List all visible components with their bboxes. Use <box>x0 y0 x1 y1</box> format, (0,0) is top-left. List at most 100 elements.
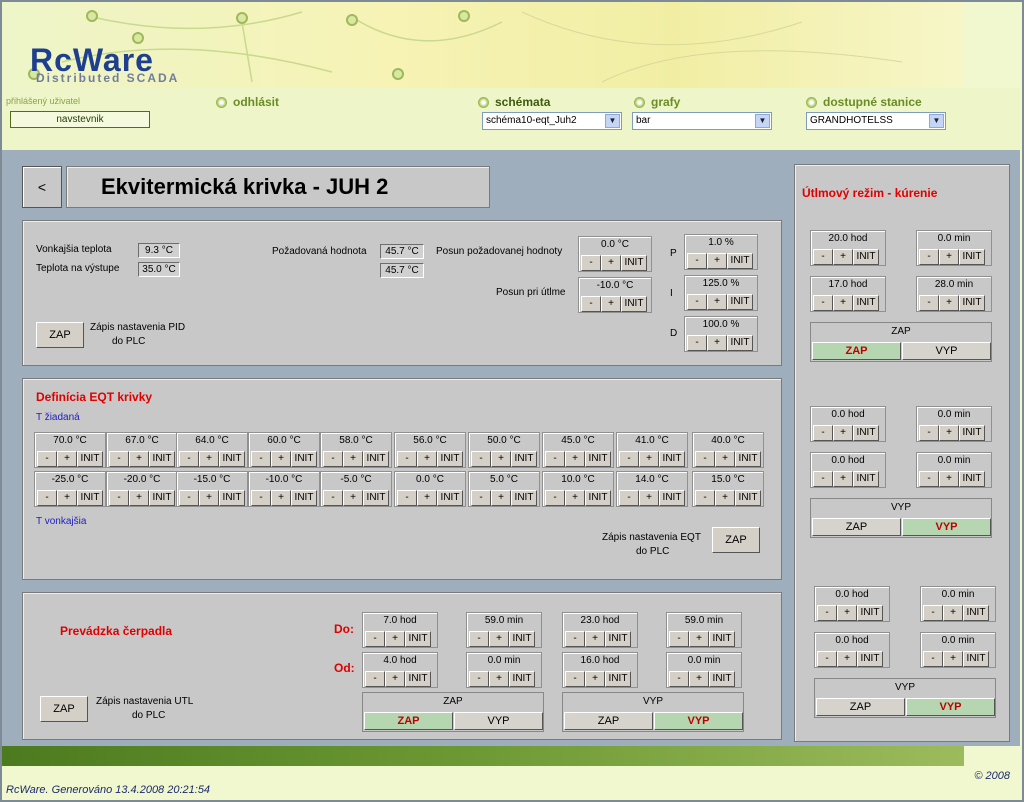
increment-button[interactable]: + <box>639 490 659 506</box>
init-button[interactable]: INIT <box>77 451 103 467</box>
init-button[interactable]: INIT <box>77 490 103 506</box>
decrement-button[interactable]: - <box>695 451 715 467</box>
decrement-button[interactable]: - <box>817 651 837 667</box>
increment-button[interactable]: + <box>585 631 605 647</box>
increment-button[interactable]: + <box>489 631 509 647</box>
decrement-button[interactable]: - <box>813 295 833 311</box>
init-button[interactable]: INIT <box>727 294 753 310</box>
init-button[interactable]: INIT <box>291 451 317 467</box>
init-button[interactable]: INIT <box>727 335 753 351</box>
init-button[interactable]: INIT <box>959 425 985 441</box>
stations-select[interactable]: GRANDHOTELSS ▼ <box>806 112 946 130</box>
increment-button[interactable]: + <box>943 605 963 621</box>
init-button[interactable]: INIT <box>511 490 537 506</box>
zap-button[interactable]: ZAP <box>812 342 901 360</box>
init-button[interactable]: INIT <box>727 253 753 269</box>
increment-button[interactable]: + <box>689 671 709 687</box>
decrement-button[interactable]: - <box>471 490 491 506</box>
decrement-button[interactable]: - <box>251 490 271 506</box>
decrement-button[interactable]: - <box>813 471 833 487</box>
increment-button[interactable]: + <box>385 671 405 687</box>
increment-button[interactable]: + <box>343 490 363 506</box>
zap-button[interactable]: ZAP <box>564 712 653 730</box>
increment-button[interactable]: + <box>491 490 511 506</box>
decrement-button[interactable]: - <box>397 490 417 506</box>
chevron-down-icon[interactable]: ▼ <box>929 114 944 128</box>
increment-button[interactable]: + <box>199 490 219 506</box>
decrement-button[interactable]: - <box>919 471 939 487</box>
increment-button[interactable]: + <box>715 451 735 467</box>
increment-button[interactable]: + <box>129 451 149 467</box>
stations-link[interactable]: dostupné stanice <box>806 95 922 109</box>
decrement-button[interactable]: - <box>469 671 489 687</box>
decrement-button[interactable]: - <box>37 490 57 506</box>
decrement-button[interactable]: - <box>813 425 833 441</box>
init-button[interactable]: INIT <box>363 451 389 467</box>
increment-button[interactable]: + <box>707 253 727 269</box>
decrement-button[interactable]: - <box>687 335 707 351</box>
increment-button[interactable]: + <box>837 605 857 621</box>
increment-button[interactable]: + <box>833 249 853 265</box>
init-button[interactable]: INIT <box>853 425 879 441</box>
decrement-button[interactable]: - <box>923 605 943 621</box>
increment-button[interactable]: + <box>939 295 959 311</box>
increment-button[interactable]: + <box>707 294 727 310</box>
decrement-button[interactable]: - <box>179 490 199 506</box>
init-button[interactable]: INIT <box>509 631 535 647</box>
back-button[interactable]: < <box>22 166 62 208</box>
decrement-button[interactable]: - <box>365 631 385 647</box>
increment-button[interactable]: + <box>129 490 149 506</box>
init-button[interactable]: INIT <box>405 631 431 647</box>
decrement-button[interactable]: - <box>581 255 601 271</box>
vyp-button[interactable]: VYP <box>902 342 991 360</box>
schemes-link[interactable]: schémata <box>478 95 550 109</box>
decrement-button[interactable]: - <box>687 253 707 269</box>
increment-button[interactable]: + <box>343 451 363 467</box>
increment-button[interactable]: + <box>689 631 709 647</box>
logout-link[interactable]: odhlásit <box>216 95 279 109</box>
init-button[interactable]: INIT <box>959 471 985 487</box>
increment-button[interactable]: + <box>707 335 727 351</box>
init-button[interactable]: INIT <box>605 671 631 687</box>
zap-button[interactable]: ZAP <box>364 712 453 730</box>
increment-button[interactable]: + <box>833 425 853 441</box>
decrement-button[interactable]: - <box>581 296 601 312</box>
init-button[interactable]: INIT <box>857 605 883 621</box>
increment-button[interactable]: + <box>271 490 291 506</box>
decrement-button[interactable]: - <box>813 249 833 265</box>
decrement-button[interactable]: - <box>565 671 585 687</box>
decrement-button[interactable]: - <box>695 490 715 506</box>
init-button[interactable]: INIT <box>709 671 735 687</box>
increment-button[interactable]: + <box>943 651 963 667</box>
decrement-button[interactable]: - <box>669 631 689 647</box>
init-button[interactable]: INIT <box>853 249 879 265</box>
init-button[interactable]: INIT <box>709 631 735 647</box>
vyp-button[interactable]: VYP <box>902 518 991 536</box>
decrement-button[interactable]: - <box>919 295 939 311</box>
init-button[interactable]: INIT <box>857 651 883 667</box>
init-button[interactable]: INIT <box>149 451 175 467</box>
increment-button[interactable]: + <box>585 671 605 687</box>
decrement-button[interactable]: - <box>37 451 57 467</box>
increment-button[interactable]: + <box>271 451 291 467</box>
increment-button[interactable]: + <box>837 651 857 667</box>
init-button[interactable]: INIT <box>405 671 431 687</box>
decrement-button[interactable]: - <box>919 249 939 265</box>
decrement-button[interactable]: - <box>323 490 343 506</box>
vyp-button[interactable]: VYP <box>654 712 743 730</box>
decrement-button[interactable]: - <box>919 425 939 441</box>
init-button[interactable]: INIT <box>963 651 989 667</box>
init-button[interactable]: INIT <box>585 490 611 506</box>
increment-button[interactable]: + <box>939 471 959 487</box>
init-button[interactable]: INIT <box>735 451 761 467</box>
decrement-button[interactable]: - <box>619 451 639 467</box>
init-button[interactable]: INIT <box>219 451 245 467</box>
pid-write-button[interactable]: ZAP <box>36 322 84 348</box>
init-button[interactable]: INIT <box>963 605 989 621</box>
increment-button[interactable]: + <box>57 490 77 506</box>
increment-button[interactable]: + <box>601 296 621 312</box>
graphs-select[interactable]: bar ▼ <box>632 112 772 130</box>
decrement-button[interactable]: - <box>179 451 199 467</box>
init-button[interactable]: INIT <box>659 490 685 506</box>
init-button[interactable]: INIT <box>853 471 879 487</box>
